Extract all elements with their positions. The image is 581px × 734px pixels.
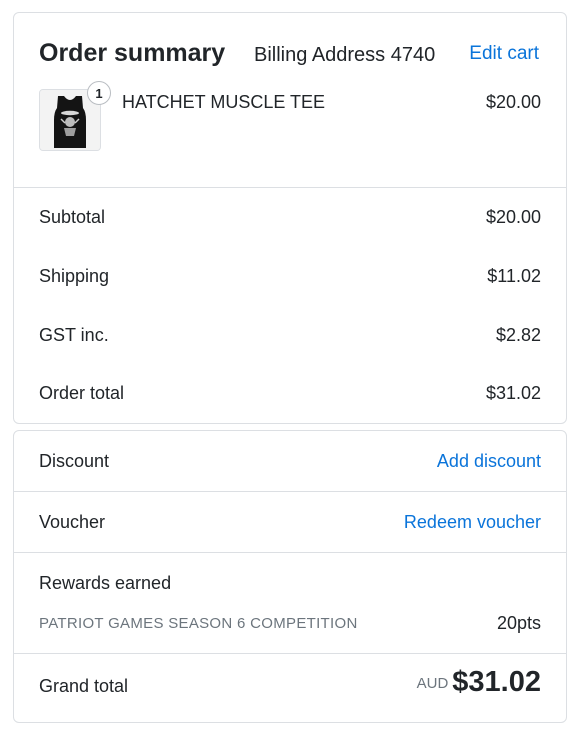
voucher-row: Voucher Redeem voucher	[39, 512, 541, 538]
quantity-badge: 1	[87, 81, 111, 105]
billing-address-label: Billing Address 4740	[254, 44, 436, 66]
order-summary-card: Order summary Billing Address 4740 Edit …	[13, 12, 567, 424]
order-total-row: Order total $31.02	[39, 383, 541, 409]
rewards-earned-label: Rewards earned	[39, 573, 172, 593]
discount-row: Discount Add discount	[39, 451, 541, 477]
gst-value: $2.82	[495, 325, 541, 345]
voucher-label: Voucher	[39, 512, 106, 532]
subtotal-value: $20.00	[485, 207, 541, 227]
cart-line-item: 1 HATCHET MUSCLE TEE $20.00	[39, 81, 541, 153]
shipping-label: Shipping	[39, 266, 110, 286]
product-price: $20.00	[485, 92, 541, 112]
divider	[14, 187, 566, 188]
divider	[14, 491, 566, 492]
product-name: HATCHET MUSCLE TEE	[122, 92, 326, 112]
subtotal-row: Subtotal $20.00	[39, 207, 541, 233]
gst-row: GST inc. $2.82	[39, 325, 541, 351]
redeem-voucher-link[interactable]: Redeem voucher	[404, 512, 541, 533]
order-total-label: Order total	[39, 383, 125, 403]
grand-total-label: Grand total	[39, 676, 129, 696]
discount-label: Discount	[39, 451, 110, 471]
edit-cart-link[interactable]: Edit cart	[469, 43, 539, 65]
currency-code: AUD	[416, 675, 449, 692]
divider	[14, 552, 566, 553]
reward-points: 20pts	[496, 613, 541, 633]
gst-label: GST inc.	[39, 325, 109, 345]
order-total-value: $31.02	[485, 383, 541, 403]
reward-program-name: PATRIOT GAMES SEASON 6 COMPETITION	[39, 615, 358, 632]
adjustments-card: Discount Add discount Voucher Redeem vou…	[13, 430, 567, 723]
add-discount-link[interactable]: Add discount	[437, 451, 541, 472]
subtotal-label: Subtotal	[39, 207, 106, 227]
reward-line-row: PATRIOT GAMES SEASON 6 COMPETITION 20pts	[39, 613, 541, 639]
grand-total-amount: $31.02	[452, 666, 541, 698]
shipping-row: Shipping $11.02	[39, 266, 541, 292]
rewards-heading-row: Rewards earned	[39, 573, 541, 599]
shipping-value: $11.02	[487, 266, 541, 286]
grand-total-value: AUD $31.02	[417, 666, 541, 699]
divider	[14, 653, 566, 654]
order-summary-header: Order summary Billing Address 4740 Edit …	[39, 39, 541, 71]
order-summary-title: Order summary	[39, 39, 226, 67]
grand-total-row: Grand total AUD $31.02	[39, 666, 541, 702]
